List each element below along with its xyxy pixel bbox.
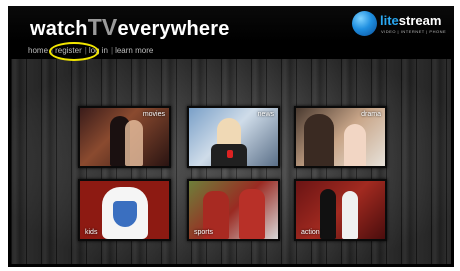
nav-learn-more[interactable]: learn more: [115, 46, 153, 55]
drama-figure: [304, 114, 334, 166]
litestream-logo[interactable]: litestream VIDEO | INTERNET | PHONE: [352, 10, 450, 38]
tile-movies-label: movies: [142, 111, 165, 118]
couple-figure-2: [125, 120, 143, 166]
title-everywhere: everywhere: [117, 18, 230, 40]
tile-action-label: action: [301, 229, 320, 236]
nav-separator: |: [110, 46, 114, 55]
tile-news-label: news: [257, 111, 274, 118]
tile-drama-label: drama: [361, 111, 381, 118]
tile-action[interactable]: action: [294, 179, 387, 241]
tile-sports-label: sports: [194, 229, 214, 236]
brand-stream: stream: [398, 13, 442, 28]
header-bar: watchTVeverywhere litestream VIDEO | INT…: [8, 6, 454, 42]
globe-icon: [352, 11, 377, 36]
superhero-chest: [113, 201, 137, 227]
brand-tagline: VIDEO | INTERNET | PHONE: [381, 29, 447, 34]
tile-drama[interactable]: drama: [294, 106, 387, 168]
app-frame: watchTVeverywhere litestream VIDEO | INT…: [8, 6, 454, 267]
action-figure-2: [342, 191, 358, 239]
action-figure: [320, 189, 336, 239]
drama-figure-2: [344, 124, 366, 166]
nav-home[interactable]: home: [28, 46, 48, 55]
register-highlight-circle: [49, 42, 99, 61]
microphone-icon: [227, 150, 233, 158]
tile-movies[interactable]: movies: [78, 106, 171, 168]
tile-news[interactable]: news: [187, 106, 280, 168]
site-title: watchTVeverywhere: [30, 14, 230, 41]
tile-sports[interactable]: sports: [187, 179, 280, 241]
tile-kids-label: kids: [85, 229, 98, 236]
brand-lite: lite: [380, 13, 399, 28]
brand-name: litestream: [380, 13, 441, 28]
title-watch: watch: [30, 18, 88, 40]
title-tv: TV: [87, 14, 118, 40]
player-figure-2: [239, 189, 265, 239]
tile-kids[interactable]: kids: [78, 179, 171, 241]
